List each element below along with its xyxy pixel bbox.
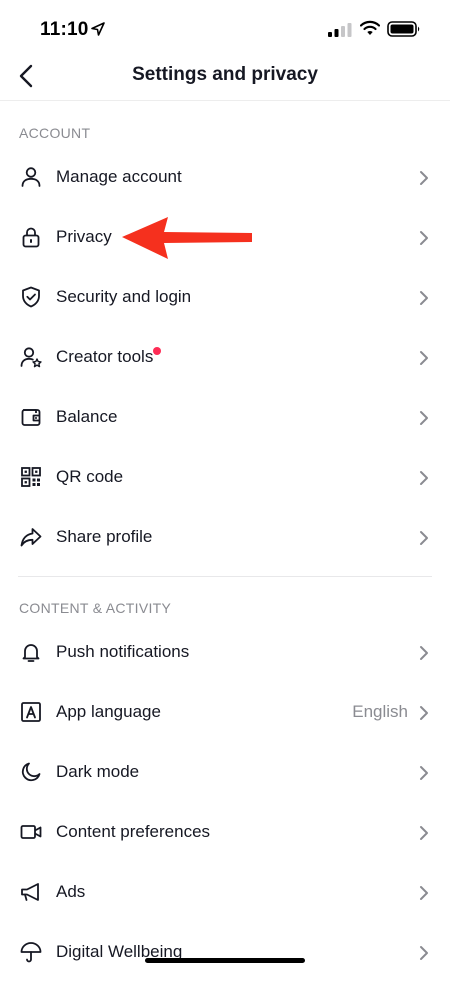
settings-row-label: Privacy	[56, 227, 112, 246]
wallet-icon	[21, 409, 41, 426]
megaphone-icon	[21, 883, 39, 901]
section-header-account: ACCOUNT	[19, 125, 91, 141]
notification-badge-dot	[153, 347, 161, 355]
person-star-icon	[20, 347, 42, 368]
settings-row-ads[interactable]: Ads	[0, 863, 450, 923]
chevron-right-icon	[420, 946, 428, 960]
settings-row-qr-code[interactable]: QR code	[0, 448, 450, 508]
chevron-right-icon	[420, 351, 428, 365]
chevron-right-icon	[420, 706, 428, 720]
chevron-right-icon	[420, 231, 428, 245]
qr-code-icon	[21, 467, 41, 487]
settings-row-label: Security and login	[56, 287, 192, 306]
annotation-arrow-icon	[122, 217, 252, 259]
chevron-right-icon	[420, 646, 428, 660]
status-time: 11:10	[40, 19, 89, 40]
settings-row-label: Creator tools	[56, 347, 154, 366]
selected-language-value: English	[352, 702, 408, 721]
settings-row-label: QR code	[56, 467, 124, 486]
wifi-icon	[360, 20, 380, 35]
location-arrow-icon	[91, 22, 105, 36]
chevron-right-icon	[420, 766, 428, 780]
chevron-right-icon	[420, 411, 428, 425]
umbrella-icon	[20, 942, 42, 963]
home-indicator	[145, 958, 305, 963]
chevron-right-icon	[420, 291, 428, 305]
status-bar: 11:10	[0, 0, 450, 58]
share-arrow-icon	[20, 528, 42, 547]
person-icon	[21, 167, 41, 187]
battery-icon	[387, 21, 420, 37]
section-divider	[18, 576, 432, 577]
settings-row-label: Ads	[56, 882, 86, 901]
settings-row-label: App language	[56, 702, 161, 721]
settings-row-digital-wellbeing[interactable]: Digital Wellbeing	[0, 923, 450, 983]
settings-row-creator-tools[interactable]: Creator tools	[0, 328, 450, 388]
chevron-right-icon	[420, 826, 428, 840]
settings-row-manage-account[interactable]: Manage account	[0, 148, 450, 208]
settings-row-label: Push notifications	[56, 642, 190, 661]
chevron-right-icon	[420, 886, 428, 900]
lock-icon	[22, 227, 40, 248]
chevron-right-icon	[420, 531, 428, 545]
settings-row-label: Share profile	[56, 527, 153, 546]
video-camera-icon	[20, 825, 42, 839]
chevron-right-icon	[420, 471, 428, 485]
nav-bar: Settings and privacy	[0, 52, 450, 101]
section-header-content-activity: CONTENT & ACTIVITY	[19, 600, 172, 616]
bell-icon	[22, 644, 40, 662]
cellular-signal-icon	[328, 23, 352, 37]
chevron-right-icon	[420, 171, 428, 185]
language-a-icon	[21, 702, 41, 722]
page-title: Settings and privacy	[132, 64, 318, 85]
shield-check-icon	[22, 286, 40, 308]
settings-row-label: Balance	[56, 407, 118, 426]
settings-row-content-preferences[interactable]: Content preferences	[0, 803, 450, 863]
settings-row-push-notifications[interactable]: Push notifications	[0, 623, 450, 683]
settings-row-label: Manage account	[56, 167, 182, 186]
settings-row-app-language[interactable]: App language English	[0, 683, 450, 743]
settings-row-security-login[interactable]: Security and login	[0, 268, 450, 328]
settings-row-label: Dark mode	[56, 762, 140, 781]
settings-row-dark-mode[interactable]: Dark mode	[0, 743, 450, 803]
moon-icon	[21, 762, 41, 782]
settings-row-share-profile[interactable]: Share profile	[0, 508, 450, 568]
settings-row-balance[interactable]: Balance	[0, 388, 450, 448]
settings-row-label: Content preferences	[56, 822, 211, 841]
